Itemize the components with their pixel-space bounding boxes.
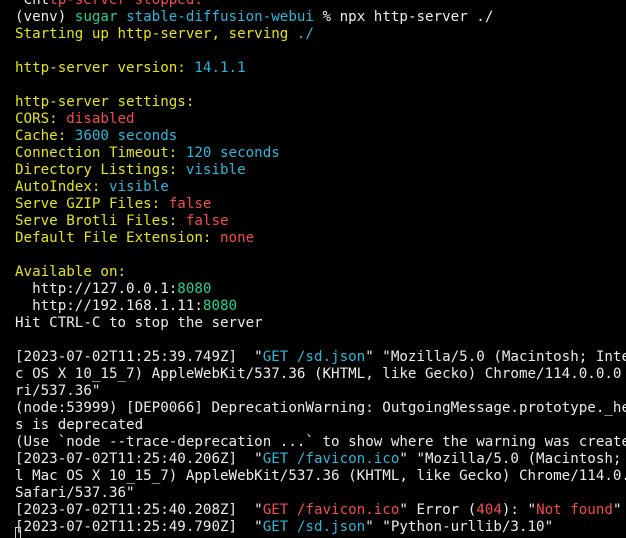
terminal-text-segment: 120 seconds	[185, 145, 280, 161]
terminal-text-segment: visible	[108, 179, 169, 195]
terminal-text-segment: 404	[476, 502, 502, 518]
terminal-line: (venv) sugar stable-diffusion-webui % np…	[15, 9, 626, 26]
terminal-text-segment: ./	[296, 26, 314, 42]
terminal-line: (node:53999) [DEP0066] DeprecationWarnin…	[15, 400, 626, 417]
terminal-line: ^Chttp-server stopped.	[15, 0, 626, 9]
terminal-line: s is deprecated	[15, 417, 626, 434]
terminal-text-segment: ^Cht	[15, 0, 50, 8]
terminal-line: http://127.0.0.1:8080	[15, 281, 626, 298]
terminal-text-segment: GET /favicon.ico	[262, 502, 400, 518]
terminal-text-segment: CORS:	[15, 111, 67, 127]
terminal-text-segment: http://192.168.1.11:	[15, 298, 203, 314]
terminal-text-segment: s is deprecated	[15, 417, 144, 433]
terminal-text-segment: l Mac OS X 10_15_7) AppleWebKit/537.36 (…	[15, 468, 626, 484]
terminal-text-segment: Serve Brotli Files:	[15, 213, 186, 229]
terminal-text-segment: Safari/537.36"	[15, 485, 135, 501]
terminal-line: ri/537.36"	[15, 383, 626, 400]
terminal-text-segment: tp-server stopped.	[49, 0, 203, 8]
terminal-line: (Use `node --trace-deprecation ...` to s…	[15, 434, 626, 451]
terminal-text-segment: visible	[185, 162, 246, 178]
terminal-line: CORS: disabled	[15, 111, 626, 128]
terminal-text-segment: " "Python-urllib/3.10"	[365, 519, 554, 535]
terminal-text-segment: c OS X 10_15_7) AppleWebKit/537.36 (KHTM…	[15, 366, 626, 382]
terminal-text-segment: "	[612, 502, 622, 518]
terminal-text-segment: 8080	[177, 281, 212, 297]
terminal-text-segment: [2023-07-02T11:25:49.790Z] "	[15, 519, 263, 535]
terminal-text-segment: Cache:	[15, 128, 75, 144]
terminal-line: http-server version: 14.1.1	[15, 60, 626, 77]
terminal-text-segment: [2023-07-02T11:25:40.206Z] "	[15, 451, 263, 467]
terminal-window[interactable]: ^Chttp-server stopped. (venv) sugar stabl…	[0, 0, 626, 538]
terminal-text-segment: http://127.0.0.1:	[15, 281, 178, 297]
terminal-text-segment: Available on:	[15, 264, 127, 280]
terminal-text-segment: Default File Extension:	[15, 230, 220, 246]
terminal-line: [2023-07-02T11:25:40.208Z] "GET /favicon…	[15, 502, 626, 519]
terminal-cursor	[15, 527, 21, 538]
terminal-text-segment: " Error (	[399, 502, 477, 518]
terminal-text-segment: GET /sd.json	[262, 519, 366, 535]
terminal-text-segment: Hit CTRL-C to stop the server	[15, 315, 263, 331]
terminal-line: [2023-07-02T11:25:39.749Z] "GET /sd.json…	[15, 349, 626, 366]
terminal-output: ^Chttp-server stopped. (venv) sugar stabl…	[15, 0, 626, 536]
terminal-line: Starting up http-server, serving ./	[15, 26, 626, 43]
terminal-line: AutoIndex: visible	[15, 179, 626, 196]
terminal-text-segment: http-server version:	[15, 60, 195, 76]
terminal-text-segment: false	[168, 196, 212, 212]
terminal-text-segment: http-server settings:	[15, 94, 195, 110]
terminal-text-segment: 8080	[202, 298, 238, 314]
terminal-line: Hit CTRL-C to stop the server	[15, 315, 626, 332]
terminal-line: c OS X 10_15_7) AppleWebKit/537.36 (KHTM…	[15, 366, 626, 383]
terminal-text-segment: [2023-07-02T11:25:39.749Z] "	[15, 349, 263, 365]
terminal-text-segment: AutoIndex:	[15, 179, 109, 195]
terminal-text-segment: sugar	[74, 9, 118, 25]
terminal-line: Serve GZIP Files: false	[15, 196, 626, 213]
terminal-text-segment: Starting up http-server, serving	[15, 26, 297, 42]
terminal-text-segment: (node:53999) [DEP0066] DeprecationWarnin…	[15, 400, 626, 416]
terminal-text-segment: " "Mozilla/5.0 (Macintosh; Inte	[399, 451, 622, 467]
terminal-line: http://192.168.1.11:8080	[15, 298, 626, 315]
terminal-text-segment: 3600 seconds	[74, 128, 178, 144]
terminal-text-segment: disabled	[66, 111, 135, 127]
terminal-text-segment: none	[220, 230, 255, 246]
terminal-line: http-server settings:	[15, 94, 626, 111]
terminal-line: Connection Timeout: 120 seconds	[15, 145, 626, 162]
terminal-line: [2023-07-02T11:25:49.790Z] "GET /sd.json…	[15, 519, 626, 536]
terminal-text-segment: (venv)	[15, 9, 75, 25]
terminal-text-segment: " "Mozilla/5.0 (Macintosh; Intel Ma	[365, 349, 626, 365]
terminal-text-segment: [2023-07-02T11:25:40.208Z] "	[15, 502, 263, 518]
terminal-text-segment: false	[185, 213, 229, 229]
terminal-text-segment: Directory Listings:	[15, 162, 186, 178]
terminal-text-segment: ): "	[501, 502, 537, 518]
terminal-text-segment: 14.1.1	[194, 60, 246, 76]
terminal-text-segment: Not found	[536, 502, 613, 518]
terminal-line: Directory Listings: visible	[15, 162, 626, 179]
terminal-text-segment: (Use `node --trace-deprecation ...` to s…	[15, 434, 626, 450]
terminal-text-segment: GET /favicon.ico	[262, 451, 400, 467]
terminal-text-segment: Serve GZIP Files:	[15, 196, 169, 212]
terminal-line: [2023-07-02T11:25:40.206Z] "GET /favicon…	[15, 451, 626, 468]
terminal-text-segment: stable-diffusion-webui	[126, 9, 314, 25]
terminal-line: Serve Brotli Files: false	[15, 213, 626, 230]
terminal-text-segment: ri/537.36"	[15, 383, 101, 399]
terminal-line: Safari/537.36"	[15, 485, 626, 502]
terminal-line: Default File Extension: none	[15, 230, 626, 247]
terminal-text-segment: GET /sd.json	[262, 349, 366, 365]
terminal-text-segment: % npx http-server ./	[313, 9, 494, 25]
terminal-line: Cache: 3600 seconds	[15, 128, 626, 145]
terminal-line: l Mac OS X 10_15_7) AppleWebKit/537.36 (…	[15, 468, 626, 485]
terminal-line: Available on:	[15, 264, 626, 281]
terminal-text-segment: Connection Timeout:	[15, 145, 186, 161]
